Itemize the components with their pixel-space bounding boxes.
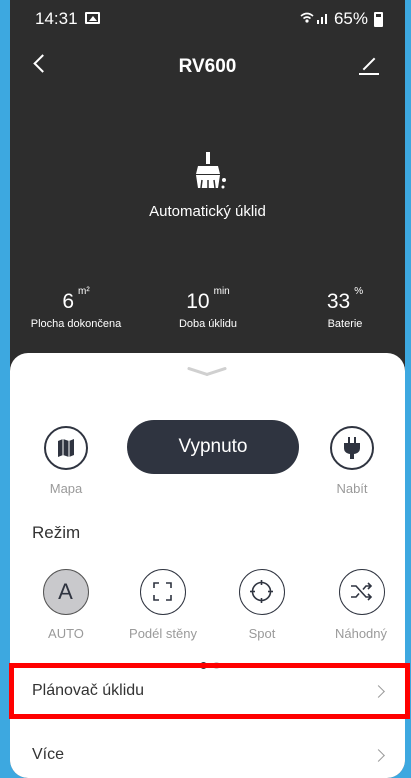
app-screen: 14:31 65% RV600 Automatický úklid 6 m² P… <box>10 0 405 778</box>
regime-title: Režim <box>32 523 81 542</box>
status-bar: 14:31 65% <box>10 0 405 36</box>
scheduler-row[interactable]: Plánovač úklidu <box>10 667 405 719</box>
map-label: Mapa <box>49 481 83 496</box>
random-icon <box>351 582 373 601</box>
broom-icon <box>188 150 228 192</box>
mode-spot-label: Spot <box>248 626 276 641</box>
battery-percent: 65% <box>333 9 368 28</box>
mode-label: Automatický úklid <box>149 203 266 220</box>
stat-area-unit: m² <box>78 286 90 297</box>
map-button[interactable] <box>44 426 88 470</box>
charge-label: Nabít <box>336 481 368 496</box>
mode-auto-label: AUTO <box>48 626 84 641</box>
battery-icon <box>374 11 383 27</box>
svg-text:A: A <box>58 579 73 604</box>
status-time: 14:31 <box>35 9 78 28</box>
stat-battery-value: 33 <box>326 290 351 313</box>
charge-button[interactable] <box>330 426 374 470</box>
edit-button[interactable] <box>357 50 387 80</box>
stat-time-value: 10 <box>186 290 210 313</box>
power-toggle-button[interactable]: Vypnuto <box>127 420 299 474</box>
mode-spot-button[interactable] <box>239 569 285 615</box>
gallery-icon <box>85 12 100 24</box>
top-bar: RV600 <box>10 44 405 88</box>
mode-auto-button[interactable]: A <box>43 569 89 615</box>
stat-battery-label: Baterie <box>327 318 363 330</box>
chevron-right-icon <box>372 749 385 762</box>
scheduler-label: Plánovač úklidu <box>32 682 145 699</box>
stat-area: 6 m² Plocha dokončena <box>26 286 126 330</box>
wifi-signal-icon <box>300 11 330 28</box>
stat-area-value: 6 <box>62 290 74 313</box>
device-title: RV600 <box>178 56 237 77</box>
spot-icon <box>250 580 273 603</box>
mode-random-button[interactable] <box>339 569 385 615</box>
map-icon <box>58 439 74 457</box>
control-sheet: Mapa Vypnuto Nabít Režim A AUTO Podél st… <box>10 353 405 778</box>
mode-wall-follow-label: Podél stěny <box>129 626 197 641</box>
stat-area-label: Plocha dokončena <box>30 318 122 330</box>
stat-battery-unit: % <box>354 286 364 297</box>
collapse-chevron-icon[interactable] <box>187 363 227 379</box>
stat-time: 10 min Doba úklidu <box>158 286 258 330</box>
mode-random-label: Náhodný <box>334 626 388 641</box>
auto-icon: A <box>58 579 73 604</box>
more-row[interactable]: Více <box>10 731 405 778</box>
chevron-right-icon <box>372 685 385 698</box>
stat-battery: 33% Baterie <box>300 286 390 330</box>
current-mode: Automatický úklid <box>10 150 405 220</box>
mode-wall-follow-button[interactable] <box>140 569 186 615</box>
plug-icon <box>344 437 360 459</box>
stat-time-unit: min <box>213 286 230 297</box>
stat-time-label: Doba úklidu <box>178 318 238 330</box>
wall-follow-icon <box>153 582 172 601</box>
more-label: Více <box>32 746 65 763</box>
status-right: 65% <box>300 9 383 29</box>
